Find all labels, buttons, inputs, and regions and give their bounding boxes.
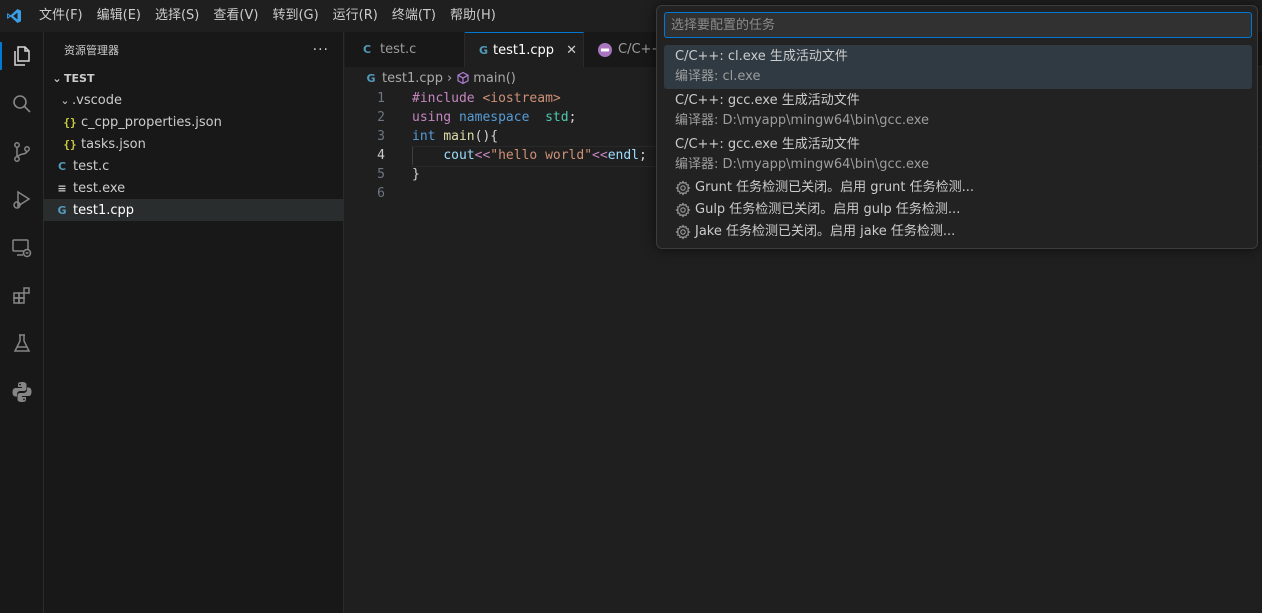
menu-terminal[interactable]: 终端(T) <box>385 0 443 32</box>
task-label: Grunt 任务检测已关闭。启用 grunt 任务检测... <box>695 180 974 195</box>
sidebar-title: 资源管理器 <box>64 43 119 57</box>
menu-view[interactable]: 查看(V) <box>206 0 265 32</box>
workspace-name: TEST <box>64 71 95 85</box>
task-label: C/C++: gcc.exe 生成活动文件 <box>675 137 860 152</box>
task-item-gcc-2[interactable]: C/C++: gcc.exe 生成活动文件 编译器: D:\myapp\ming… <box>664 133 1252 177</box>
line-number: 5 <box>377 167 385 182</box>
json-file-icon: {} <box>63 137 77 151</box>
task-description: 编译器: cl.exe <box>675 69 761 84</box>
line-number: 2 <box>377 110 385 125</box>
tab-cpp-config[interactable]: C/C++ <box>584 32 664 67</box>
extensions-icon[interactable] <box>0 274 44 318</box>
tree-file-test-exe[interactable]: ≡ test.exe <box>44 177 343 199</box>
task-description: 编译器: D:\myapp\mingw64\bin\gcc.exe <box>675 113 930 128</box>
task-detector-grunt[interactable]: Grunt 任务检测已关闭。启用 grunt 任务检测... <box>664 177 1252 199</box>
gear-icon <box>675 202 691 218</box>
tree-item-label: .vscode <box>72 92 122 108</box>
tree-item-label: test.c <box>73 158 110 174</box>
explorer-sidebar: 资源管理器 ··· ⌄ TEST ⌄ .vscode {} c_cpp_prop… <box>44 32 344 613</box>
line-number: 1 <box>377 91 385 106</box>
tree-item-label: tasks.json <box>81 136 146 152</box>
tab-label: test1.cpp <box>493 42 555 58</box>
menu-help[interactable]: 帮助(H) <box>443 0 503 32</box>
cpp-file-icon: G <box>479 43 489 57</box>
close-icon[interactable]: ✕ <box>566 43 577 58</box>
code-text: } <box>412 167 420 182</box>
tab-test1-cpp[interactable]: G test1.cpp ✕ <box>465 32 584 67</box>
menu-edit[interactable]: 编辑(E) <box>90 0 148 32</box>
task-label: Jake 任务检测已关闭。启用 jake 任务检测... <box>695 224 956 239</box>
task-item-gcc[interactable]: C/C++: gcc.exe 生成活动文件 编译器: D:\myapp\ming… <box>664 89 1252 133</box>
tab-label: test.c <box>380 42 417 57</box>
line-number: 3 <box>377 129 385 144</box>
chevron-down-icon: ⌄ <box>52 71 62 85</box>
menu-go[interactable]: 转到(G) <box>265 0 325 32</box>
task-label: C/C++: gcc.exe 生成活动文件 <box>675 93 860 108</box>
menu-bar: 文件(F) 编辑(E) 选择(S) 查看(V) 转到(G) 运行(R) 终端(T… <box>32 0 503 32</box>
code-text: cout<<"hello world"<<endl; <box>443 148 647 163</box>
search-icon[interactable] <box>0 82 44 126</box>
tab-test-c[interactable]: C test.c <box>345 32 465 67</box>
menu-run[interactable]: 运行(R) <box>326 0 385 32</box>
run-debug-icon[interactable] <box>0 178 44 222</box>
task-label: C/C++: cl.exe 生成活动文件 <box>675 49 848 64</box>
task-item-cl[interactable]: C/C++: cl.exe 生成活动文件 编译器: cl.exe <box>664 45 1252 89</box>
line-number: 4 <box>377 148 385 163</box>
gear-icon <box>675 224 691 240</box>
breadcrumb-file[interactable]: test1.cpp <box>382 71 443 86</box>
json-file-icon: {} <box>63 115 77 129</box>
c-file-icon: C <box>362 43 372 56</box>
tree-item-label: test1.cpp <box>73 202 135 218</box>
tree-item-label: c_cpp_properties.json <box>81 114 222 130</box>
tree-file-test1-cpp[interactable]: G test1.cpp <box>44 199 343 221</box>
task-detector-jake[interactable]: Jake 任务检测已关闭。启用 jake 任务检测... <box>664 221 1252 243</box>
task-description: 编译器: D:\myapp\mingw64\bin\gcc.exe <box>675 157 930 172</box>
task-list: C/C++: cl.exe 生成活动文件 编译器: cl.exe C/C++: … <box>664 45 1252 243</box>
chevron-down-icon: ⌄ <box>60 93 70 107</box>
sidebar-header: 资源管理器 ··· <box>44 32 343 67</box>
task-search-input[interactable] <box>664 12 1252 38</box>
breadcrumb-symbol[interactable]: main() <box>473 71 516 86</box>
remote-explorer-icon[interactable] <box>0 226 44 270</box>
testing-icon[interactable] <box>0 322 44 366</box>
source-control-icon[interactable] <box>0 130 44 174</box>
code-text: int main(){ <box>412 129 499 144</box>
code-text: #include <iostream> <box>412 91 561 106</box>
c-file-icon: C <box>57 159 67 173</box>
explorer-icon[interactable] <box>0 34 44 78</box>
code-text: using namespace std; <box>412 110 577 125</box>
tree-file-test-c[interactable]: C test.c <box>44 155 343 177</box>
python-icon[interactable] <box>0 370 44 414</box>
vscode-logo-icon <box>0 0 28 32</box>
symbol-method-icon <box>456 71 470 85</box>
tree-item-label: test.exe <box>73 180 126 196</box>
task-quick-pick: C/C++: cl.exe 生成活动文件 编译器: cl.exe C/C++: … <box>656 5 1258 249</box>
task-label: Gulp 任务检测已关闭。启用 gulp 任务检测... <box>695 202 961 217</box>
gear-icon <box>675 180 691 196</box>
tree-file-c-cpp-properties[interactable]: {} c_cpp_properties.json <box>44 111 343 133</box>
cpp-config-icon <box>598 42 612 57</box>
binary-file-icon: ≡ <box>57 181 67 195</box>
line-number: 6 <box>377 186 385 201</box>
task-detector-gulp[interactable]: Gulp 任务检测已关闭。启用 gulp 任务检测... <box>664 199 1252 221</box>
workspace-section-header[interactable]: ⌄ TEST <box>44 67 343 89</box>
activity-bar <box>0 32 44 613</box>
cpp-file-icon: G <box>366 71 376 85</box>
tree-file-tasks-json[interactable]: {} tasks.json <box>44 133 343 155</box>
menu-file[interactable]: 文件(F) <box>32 0 90 32</box>
more-actions-icon[interactable]: ··· <box>313 42 329 58</box>
menu-selection[interactable]: 选择(S) <box>148 0 206 32</box>
cpp-file-icon: G <box>57 203 67 217</box>
chevron-right-icon: › <box>447 70 453 86</box>
tree-folder-vscode[interactable]: ⌄ .vscode <box>44 89 343 111</box>
